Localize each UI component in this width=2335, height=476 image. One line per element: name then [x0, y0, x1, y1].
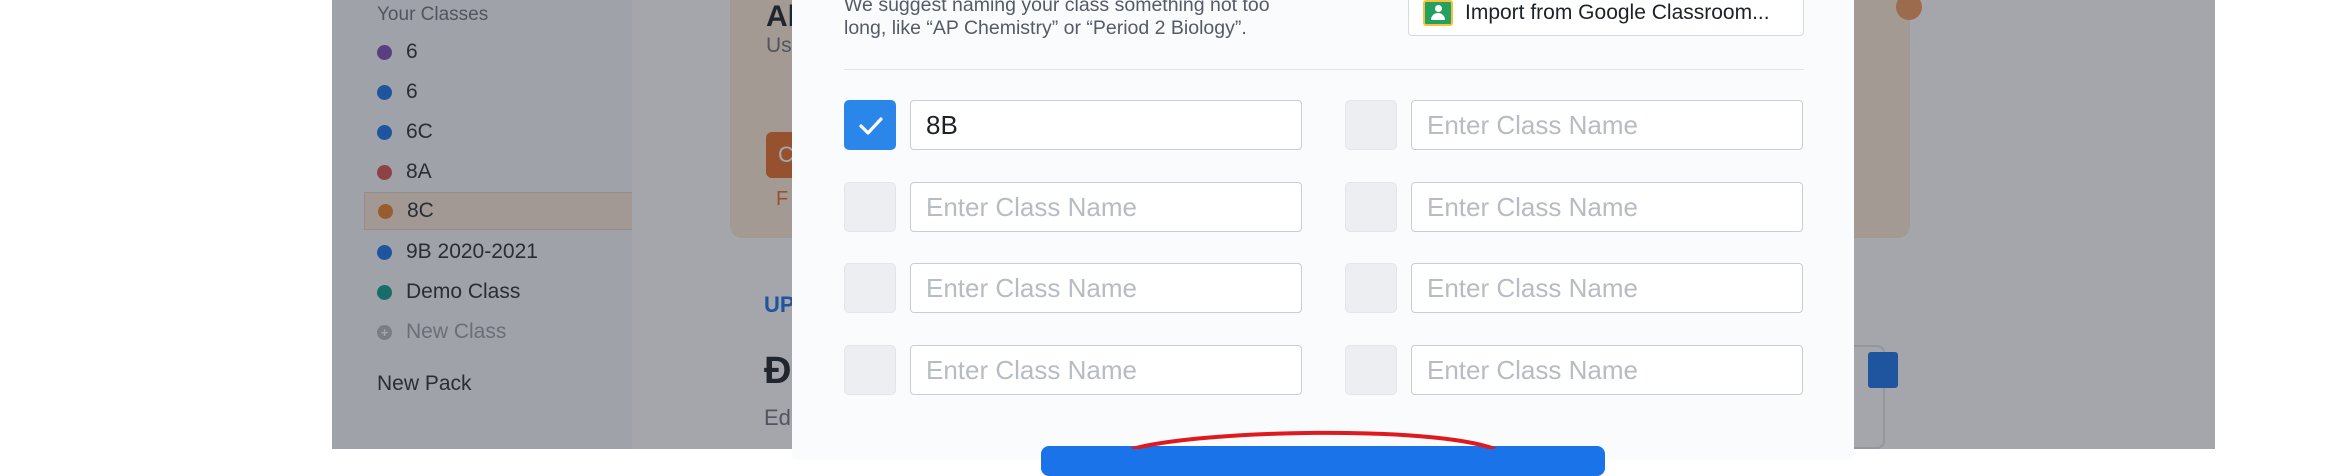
create-classes-button[interactable]	[1041, 446, 1605, 476]
red-annotation-arc	[1131, 430, 1496, 449]
screenshot-stage: Your Classes 6 6 6C 8A 8C 9B 2020-2021 D…	[0, 0, 2335, 476]
